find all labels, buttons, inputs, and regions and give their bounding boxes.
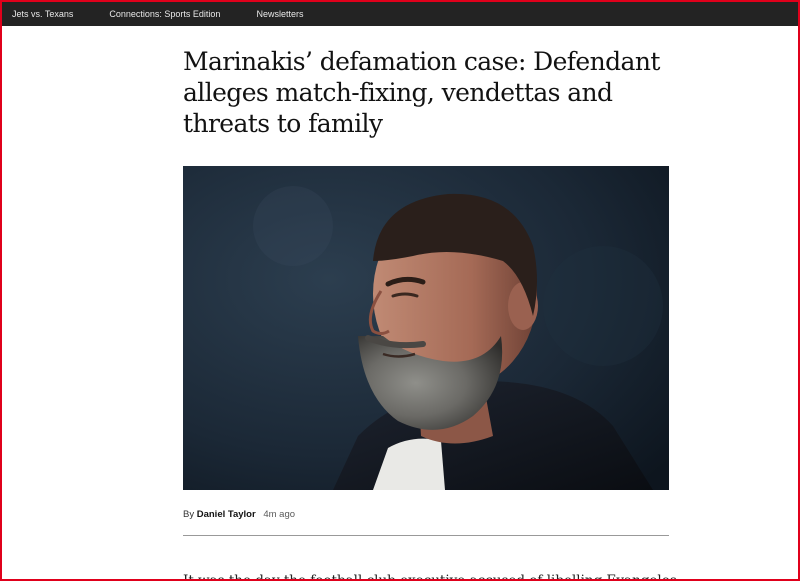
publish-timestamp: 4m ago: [263, 509, 296, 520]
browser-viewport: Jets vs. Texans Connections: Sports Edit…: [0, 0, 800, 581]
article-byline: By Daniel Taylor 4m ago: [183, 509, 295, 520]
nav-link-connections-sports-edition[interactable]: Connections: Sports Edition: [109, 9, 220, 19]
author-link[interactable]: Daniel Taylor: [197, 509, 256, 520]
nav-link-newsletters[interactable]: Newsletters: [256, 9, 303, 19]
article-lede-paragraph: It was the day the football club executi…: [183, 572, 677, 581]
top-navigation-bar: Jets vs. Texans Connections: Sports Edit…: [2, 2, 798, 26]
byline-prefix: By: [183, 509, 195, 520]
byline-divider: [183, 535, 669, 536]
hero-photo-portrait: [183, 166, 669, 490]
article-headline: Marinakis’ defamation case: Defendant al…: [183, 47, 660, 138]
nav-link-jets-vs-texans[interactable]: Jets vs. Texans: [12, 9, 73, 19]
article-hero-image: [183, 166, 669, 490]
